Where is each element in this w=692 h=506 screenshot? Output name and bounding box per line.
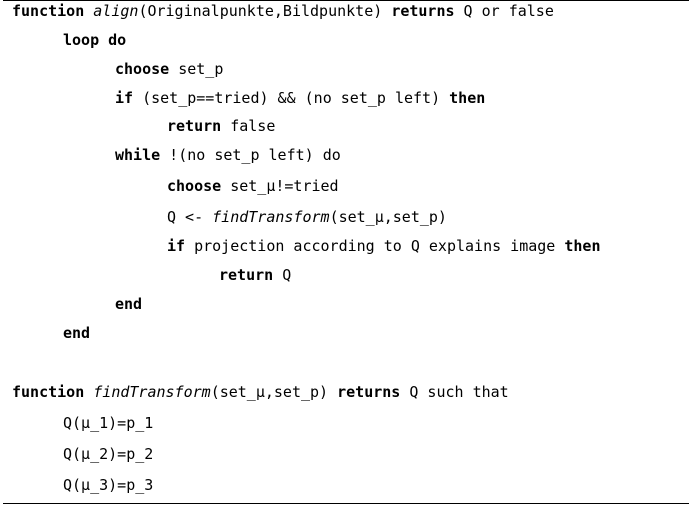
code-line-assign-q: Q <- findTransform(set_μ,set_p) [167,208,447,226]
code-text: Q [273,266,292,284]
keyword-if: if [115,89,134,107]
top-rule [3,0,689,1]
code-line-choose-set-p: choose set_p [115,60,223,78]
code-text: false [221,117,276,135]
return-type: Q such that [400,383,509,401]
code-condition: (set_p==tried) && (no set_p left) [133,89,450,107]
return-type: Q or false [454,2,554,20]
code-line-constraint-3: Q(μ_3)=p_3 [63,476,154,494]
code-line-findtransform-signature: function findTransform(set_μ,set_p) retu… [12,383,509,401]
function-params: (set_μ,set_p) [210,383,338,401]
code-line-constraint-2: Q(μ_2)=p_2 [63,445,154,463]
keyword-loop-do: loop do [63,31,127,49]
keyword-return: return [167,117,222,135]
function-name-findtransform: findTransform [212,208,330,226]
function-name-align: align [93,2,139,20]
code-text: (set_μ,set_p) [329,208,447,226]
code-line-end-while: end [115,295,142,313]
keyword-return: return [219,266,274,284]
keyword-returns: returns [391,2,455,20]
keyword-then: then [564,237,601,255]
keyword-while: while [115,146,161,164]
code-line-return-q: return Q [219,266,291,284]
keyword-choose: choose [167,177,222,195]
code-line-if-tried: if (set_p==tried) && (no set_p left) the… [115,89,485,107]
code-text: Q <- [167,208,213,226]
code-line-if-projection: if projection according to Q explains im… [167,237,600,255]
code-text: !(no set_p left) do [160,146,341,164]
code-line-constraint-1: Q(μ_1)=p_1 [63,414,154,432]
keyword-function: function [12,2,85,20]
keyword-end: end [63,324,91,342]
function-params: (Originalpunkte,Bildpunkte) [138,2,392,20]
code-text: set_p [169,60,224,78]
function-name-findtransform: findTransform [93,383,211,401]
code-line-end-loop: end [63,324,90,342]
bottom-rule [3,503,689,504]
keyword-then: then [449,89,486,107]
code-text: set_μ!=tried [221,177,339,195]
code-condition: projection according to Q explains image [185,237,565,255]
keyword-returns: returns [337,383,401,401]
code-line-loop: loop do [63,31,126,49]
keyword-end: end [115,295,143,313]
code-line-choose-set-mu: choose set_μ!=tried [167,177,339,195]
code-line-while: while !(no set_p left) do [115,146,341,164]
keyword-if: if [167,237,186,255]
code-line-align-signature: function align(Originalpunkte,Bildpunkte… [12,2,554,20]
keyword-function: function [12,383,85,401]
keyword-choose: choose [115,60,170,78]
code-line-return-false: return false [167,117,275,135]
